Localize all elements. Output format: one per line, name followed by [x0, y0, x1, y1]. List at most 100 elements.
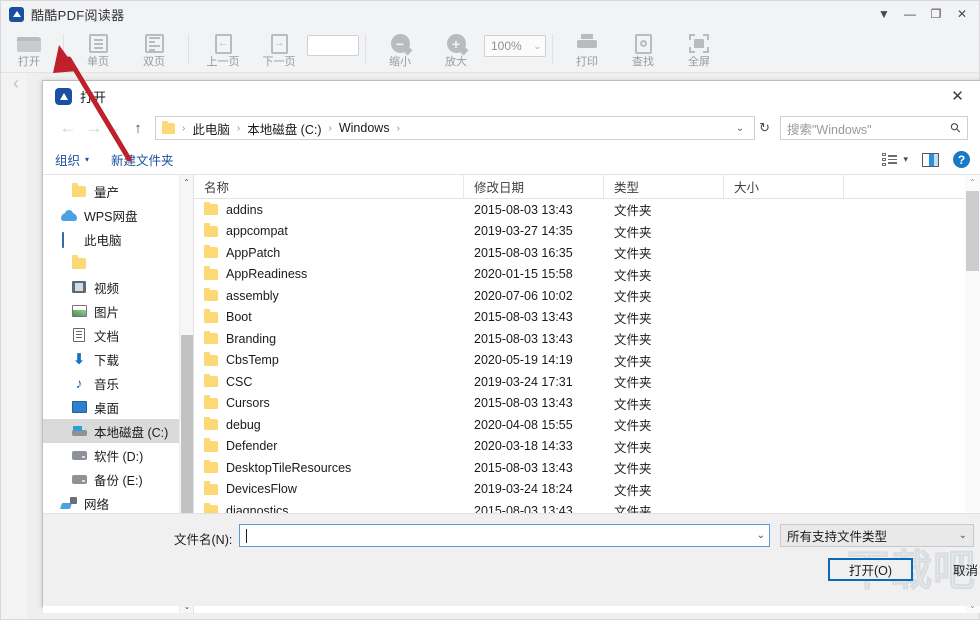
sidebar-item-label: WPS网盘 [84, 209, 138, 224]
breadcrumb-item-windows[interactable]: Windows [339, 121, 390, 135]
refresh-icon[interactable]: ↻ [757, 120, 772, 136]
toolbar-single-page-label: 单页 [87, 55, 109, 68]
toolbar-single-page-button[interactable]: 单页 [70, 27, 126, 73]
nav-back-icon[interactable]: ← [55, 115, 81, 141]
table-row[interactable]: DevicesFlow 2019-03-24 18:24 文件夹 [194, 479, 980, 501]
sidebar-item-wps-cloud[interactable]: WPS网盘 [43, 203, 193, 227]
toolbar-next-page-button[interactable]: → 下一页 [251, 27, 307, 73]
cell-modified-date: 2015-08-03 16:35 [474, 245, 573, 260]
table-row[interactable]: appcompat 2019-03-27 14:35 文件夹 [194, 221, 980, 243]
column-header-type[interactable]: 类型 [604, 175, 724, 199]
sort-ascending-icon: ⌃ [322, 175, 331, 181]
breadcrumb-dropdown-icon[interactable]: ⌄ [730, 123, 750, 134]
minimize-icon[interactable]: — [897, 1, 923, 27]
sidebar-item-this-pc[interactable]: 此电脑 [43, 227, 193, 251]
sidebar-item-pictures[interactable]: 图片 [43, 299, 193, 323]
breadcrumb-item-this-pc[interactable]: 此电脑 [192, 119, 230, 138]
table-row[interactable]: assembly 2020-07-06 10:02 文件夹 [194, 285, 980, 307]
folder-icon [204, 438, 218, 452]
table-row[interactable]: AppReadiness 2020-01-15 15:58 文件夹 [194, 264, 980, 286]
toolbar-zoom-out-button[interactable]: − 缩小 [372, 27, 428, 73]
toolbar-dual-page-button[interactable]: 双页 [126, 27, 182, 73]
cell-name: CbsTemp [194, 352, 464, 367]
organize-menu-button[interactable]: 组织 ▾ [55, 150, 89, 169]
table-row[interactable]: DesktopTileResources 2015-08-03 13:43 文件夹 [194, 457, 980, 479]
table-row[interactable]: addins 2015-08-03 13:43 文件夹 [194, 199, 980, 221]
scroll-up-icon[interactable]: ⌃ [180, 175, 193, 189]
column-header-name[interactable]: 名称 ⌃ [194, 175, 464, 199]
sidebar-item-label: 音乐 [94, 377, 120, 392]
print-icon [577, 33, 597, 55]
scroll-up-icon[interactable]: ⌃ [965, 175, 980, 190]
toolbar-print-button[interactable]: 打印 [559, 27, 615, 73]
scrollbar-thumb[interactable] [966, 191, 979, 271]
sidebar-item-desktop[interactable]: 桌面 [43, 395, 193, 419]
column-header-date[interactable]: 修改日期 [464, 175, 604, 199]
nav-recent-locations-icon[interactable]: ⌄ [107, 115, 125, 141]
preview-pane-icon[interactable] [922, 152, 939, 167]
magnifier-icon[interactable]: ⚲ [947, 119, 965, 137]
table-row[interactable]: debug 2020-04-08 15:55 文件夹 [194, 414, 980, 436]
toolbar-find-button[interactable]: 查找 [615, 27, 671, 73]
sidebar-item-documents[interactable]: 文档 [43, 323, 193, 347]
toolbar-open-button[interactable]: 打开 [1, 27, 57, 73]
toolbar-prev-page-button[interactable]: ← 上一页 [195, 27, 251, 73]
dialog-close-icon[interactable]: ✕ [935, 81, 980, 111]
nav-forward-icon[interactable]: → [81, 115, 107, 141]
search-input[interactable]: 搜索"Windows" ⚲ [780, 116, 968, 140]
toolbar-divider [552, 34, 553, 64]
toolbar-zoom-in-button[interactable]: + 放大 [428, 27, 484, 73]
sidebar-item-drive-d[interactable]: 软件 (D:) [43, 443, 193, 467]
prev-page-icon: ← [214, 33, 232, 55]
cloud-icon [61, 207, 77, 223]
page-number-input[interactable] [307, 35, 359, 56]
table-row[interactable]: Branding 2015-08-03 13:43 文件夹 [194, 328, 980, 350]
table-row[interactable]: Cursors 2015-08-03 13:43 文件夹 [194, 393, 980, 415]
view-mode-button[interactable]: ▾ [882, 153, 908, 166]
zoom-level-select[interactable]: 100% ⌄ [484, 35, 546, 57]
file-name-label: appcompat [226, 224, 288, 239]
breadcrumb-item-local-disk[interactable]: 本地磁盘 (C:) [247, 119, 321, 138]
sidebar-item-music[interactable]: ♪ 音乐 [43, 371, 193, 395]
file-type-filter-select[interactable]: 所有支持文件类型 ⌄ [780, 524, 974, 547]
column-header-size[interactable]: 大小 [724, 175, 844, 199]
filename-input[interactable]: ⌄ [239, 524, 770, 547]
sidebar-item-network[interactable]: 网络 [43, 491, 193, 515]
app-title: 酷酷PDF阅读器 [31, 7, 125, 23]
table-row[interactable]: Defender 2020-03-18 14:33 文件夹 [194, 436, 980, 458]
toolbar-print-label: 打印 [576, 55, 598, 68]
toolbar-dual-page-label: 双页 [143, 55, 165, 68]
sidebar-item-folder-unnamed[interactable] [43, 251, 193, 275]
table-row[interactable]: CSC 2019-03-24 17:31 文件夹 [194, 371, 980, 393]
table-row[interactable]: CbsTemp 2020-05-19 14:19 文件夹 [194, 350, 980, 372]
new-folder-label: 新建文件夹 [111, 154, 174, 168]
table-row[interactable]: AppPatch 2015-08-03 16:35 文件夹 [194, 242, 980, 264]
open-button[interactable]: 打开(O) [828, 558, 913, 581]
nav-up-icon[interactable]: ↑ [125, 115, 151, 141]
cancel-button[interactable]: 取消 [923, 558, 980, 581]
picture-icon [71, 303, 87, 319]
toolbar-fullscreen-button[interactable]: 全屏 [671, 27, 727, 73]
back-arrow-icon[interactable]: ‹ [13, 73, 19, 94]
sidebar-item-drive-e[interactable]: 备份 (E:) [43, 467, 193, 491]
new-folder-button[interactable]: 新建文件夹 [111, 150, 174, 169]
breadcrumb[interactable]: › 此电脑 › 本地磁盘 (C:) › Windows › ⌄ [155, 116, 756, 140]
open-folder-icon [17, 33, 41, 55]
drive-icon [71, 447, 87, 463]
help-icon[interactable]: ? [953, 151, 970, 168]
sidebar-item-label: 本地磁盘 (C:) [94, 425, 169, 440]
sidebar-item-local-disk-c[interactable]: 本地磁盘 (C:) [43, 419, 193, 443]
chevron-down-icon[interactable]: ⌄ [757, 530, 765, 541]
scrollbar-thumb[interactable] [181, 335, 193, 515]
sidebar-item-downloads[interactable]: ⬇ 下载 [43, 347, 193, 371]
app-titlebar: 酷酷PDF阅读器 ▼ — ❐ ✕ [1, 1, 979, 27]
dropdown-icon[interactable]: ▼ [871, 1, 897, 27]
cell-modified-date: 2019-03-24 17:31 [474, 374, 573, 389]
sidebar-item-label: 下载 [94, 353, 120, 368]
table-row[interactable]: Boot 2015-08-03 13:43 文件夹 [194, 307, 980, 329]
maximize-icon[interactable]: ❐ [923, 1, 949, 27]
close-icon[interactable]: ✕ [949, 1, 975, 27]
file-name-label: Defender [226, 439, 278, 454]
sidebar-item-liangchan[interactable]: 量产 [43, 179, 193, 203]
sidebar-item-videos[interactable]: 视频 [43, 275, 193, 299]
